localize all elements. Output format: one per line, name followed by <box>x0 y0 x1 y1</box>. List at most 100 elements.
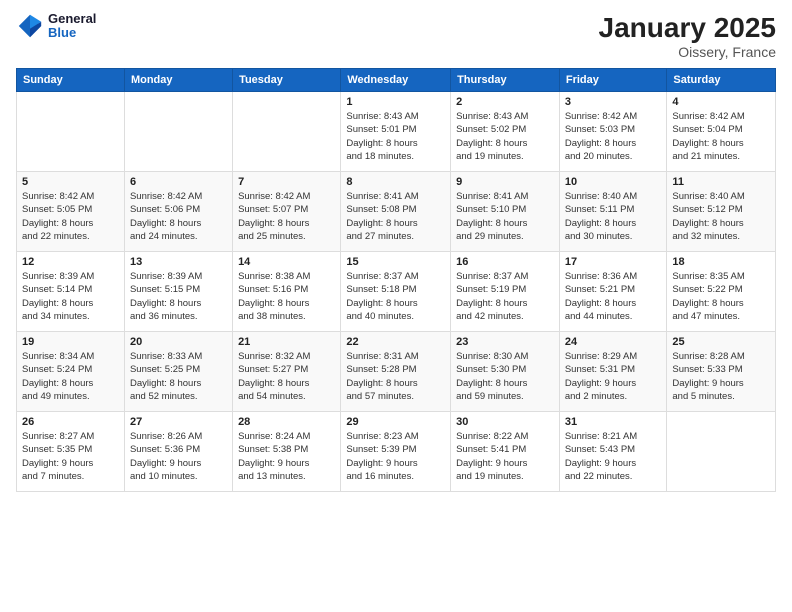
weekday-header: Friday <box>559 69 667 92</box>
day-detail: Sunrise: 8:35 AM Sunset: 5:22 PM Dayligh… <box>672 270 770 323</box>
day-number: 15 <box>346 256 445 268</box>
day-detail: Sunrise: 8:24 AM Sunset: 5:38 PM Dayligh… <box>238 430 335 483</box>
day-detail: Sunrise: 8:39 AM Sunset: 5:14 PM Dayligh… <box>22 270 119 323</box>
calendar-cell: 8 Sunrise: 8:41 AM Sunset: 5:08 PM Daylig… <box>341 172 451 252</box>
day-detail: Sunrise: 8:37 AM Sunset: 5:18 PM Dayligh… <box>346 270 445 323</box>
day-detail: Sunrise: 8:32 AM Sunset: 5:27 PM Dayligh… <box>238 350 335 403</box>
day-number: 28 <box>238 416 335 428</box>
day-number: 17 <box>565 256 662 268</box>
day-detail: Sunrise: 8:36 AM Sunset: 5:21 PM Dayligh… <box>565 270 662 323</box>
day-number: 10 <box>565 176 662 188</box>
day-number: 12 <box>22 256 119 268</box>
day-number: 30 <box>456 416 554 428</box>
logo: General Blue <box>16 12 96 41</box>
day-detail: Sunrise: 8:23 AM Sunset: 5:39 PM Dayligh… <box>346 430 445 483</box>
calendar-cell: 19Sunrise: 8:34 AM Sunset: 5:24 PM Dayli… <box>17 332 125 412</box>
day-detail: Sunrise: 8:42 AM Sunset: 5:05 PM Dayligh… <box>22 190 119 243</box>
weekday-header: Monday <box>124 69 232 92</box>
calendar-cell: 30Sunrise: 8:22 AM Sunset: 5:41 PM Dayli… <box>451 412 560 492</box>
weekday-header: Sunday <box>17 69 125 92</box>
calendar-cell: 16Sunrise: 8:37 AM Sunset: 5:19 PM Dayli… <box>451 252 560 332</box>
day-detail: Sunrise: 8:42 AM Sunset: 5:06 PM Dayligh… <box>130 190 227 243</box>
day-number: 27 <box>130 416 227 428</box>
calendar-header: SundayMondayTuesdayWednesdayThursdayFrid… <box>17 69 776 92</box>
day-detail: Sunrise: 8:37 AM Sunset: 5:19 PM Dayligh… <box>456 270 554 323</box>
day-detail: Sunrise: 8:43 AM Sunset: 5:01 PM Dayligh… <box>346 110 445 163</box>
calendar-table: SundayMondayTuesdayWednesdayThursdayFrid… <box>16 68 776 492</box>
day-number: 6 <box>130 176 227 188</box>
day-detail: Sunrise: 8:43 AM Sunset: 5:02 PM Dayligh… <box>456 110 554 163</box>
day-detail: Sunrise: 8:42 AM Sunset: 5:03 PM Dayligh… <box>565 110 662 163</box>
calendar-cell: 29 Sunrise: 8:23 AM Sunset: 5:39 PM Dayli… <box>341 412 451 492</box>
day-number: 18 <box>672 256 770 268</box>
day-number: 31 <box>565 416 662 428</box>
day-number: 20 <box>130 336 227 348</box>
day-number: 23 <box>456 336 554 348</box>
day-detail: Sunrise: 8:41 AM Sunset: 5:08 PM Dayligh… <box>346 190 445 243</box>
title-block: January 2025 Oissery, France <box>599 12 776 60</box>
calendar-cell: 13 Sunrise: 8:39 AM Sunset: 5:15 PM Dayli… <box>124 252 232 332</box>
calendar-cell: 26Sunrise: 8:27 AM Sunset: 5:35 PM Dayli… <box>17 412 125 492</box>
weekday-header: Thursday <box>451 69 560 92</box>
calendar-cell: 15 Sunrise: 8:37 AM Sunset: 5:18 PM Dayli… <box>341 252 451 332</box>
calendar-week-row: 5 Sunrise: 8:42 AM Sunset: 5:05 PM Daylig… <box>17 172 776 252</box>
day-detail: Sunrise: 8:26 AM Sunset: 5:36 PM Dayligh… <box>130 430 227 483</box>
day-number: 25 <box>672 336 770 348</box>
day-number: 22 <box>346 336 445 348</box>
calendar-cell <box>124 92 232 172</box>
day-detail: Sunrise: 8:28 AM Sunset: 5:33 PM Dayligh… <box>672 350 770 403</box>
calendar-cell: 4 Sunrise: 8:42 AM Sunset: 5:04 PM Daylig… <box>667 92 776 172</box>
calendar-week-row: 26Sunrise: 8:27 AM Sunset: 5:35 PM Dayli… <box>17 412 776 492</box>
day-number: 19 <box>22 336 119 348</box>
calendar-cell: 3 Sunrise: 8:42 AM Sunset: 5:03 PM Daylig… <box>559 92 667 172</box>
calendar-cell <box>233 92 341 172</box>
calendar-cell <box>17 92 125 172</box>
day-number: 8 <box>346 176 445 188</box>
calendar-cell: 24Sunrise: 8:29 AM Sunset: 5:31 PM Dayli… <box>559 332 667 412</box>
day-number: 21 <box>238 336 335 348</box>
calendar-cell: 9 Sunrise: 8:41 AM Sunset: 5:10 PM Daylig… <box>451 172 560 252</box>
calendar-cell: 20 Sunrise: 8:33 AM Sunset: 5:25 PM Dayli… <box>124 332 232 412</box>
calendar-cell: 28 Sunrise: 8:24 AM Sunset: 5:38 PM Dayli… <box>233 412 341 492</box>
day-detail: Sunrise: 8:40 AM Sunset: 5:12 PM Dayligh… <box>672 190 770 243</box>
calendar-cell: 10 Sunrise: 8:40 AM Sunset: 5:11 PM Dayli… <box>559 172 667 252</box>
weekday-header: Tuesday <box>233 69 341 92</box>
day-number: 14 <box>238 256 335 268</box>
calendar-cell: 17 Sunrise: 8:36 AM Sunset: 5:21 PM Dayli… <box>559 252 667 332</box>
day-detail: Sunrise: 8:31 AM Sunset: 5:28 PM Dayligh… <box>346 350 445 403</box>
day-number: 5 <box>22 176 119 188</box>
day-number: 26 <box>22 416 119 428</box>
day-detail: Sunrise: 8:41 AM Sunset: 5:10 PM Dayligh… <box>456 190 554 243</box>
calendar-cell: 14Sunrise: 8:38 AM Sunset: 5:16 PM Dayli… <box>233 252 341 332</box>
calendar-cell: 31 Sunrise: 8:21 AM Sunset: 5:43 PM Dayli… <box>559 412 667 492</box>
day-detail: Sunrise: 8:42 AM Sunset: 5:04 PM Dayligh… <box>672 110 770 163</box>
calendar-cell: 11Sunrise: 8:40 AM Sunset: 5:12 PM Dayli… <box>667 172 776 252</box>
day-number: 3 <box>565 96 662 108</box>
calendar-title: January 2025 <box>599 12 776 44</box>
logo-icon <box>16 12 44 40</box>
weekday-header: Saturday <box>667 69 776 92</box>
day-number: 9 <box>456 176 554 188</box>
calendar-week-row: 12 Sunrise: 8:39 AM Sunset: 5:14 PM Dayli… <box>17 252 776 332</box>
day-number: 1 <box>346 96 445 108</box>
day-number: 7 <box>238 176 335 188</box>
weekday-header: Wednesday <box>341 69 451 92</box>
calendar-cell <box>667 412 776 492</box>
day-detail: Sunrise: 8:21 AM Sunset: 5:43 PM Dayligh… <box>565 430 662 483</box>
calendar-cell: 2 Sunrise: 8:43 AM Sunset: 5:02 PM Daylig… <box>451 92 560 172</box>
calendar-week-row: 19Sunrise: 8:34 AM Sunset: 5:24 PM Dayli… <box>17 332 776 412</box>
calendar-cell: 22 Sunrise: 8:31 AM Sunset: 5:28 PM Dayli… <box>341 332 451 412</box>
day-number: 13 <box>130 256 227 268</box>
calendar-cell: 12 Sunrise: 8:39 AM Sunset: 5:14 PM Dayli… <box>17 252 125 332</box>
day-detail: Sunrise: 8:39 AM Sunset: 5:15 PM Dayligh… <box>130 270 227 323</box>
day-number: 4 <box>672 96 770 108</box>
calendar-cell: 7 Sunrise: 8:42 AM Sunset: 5:07 PM Daylig… <box>233 172 341 252</box>
day-detail: Sunrise: 8:40 AM Sunset: 5:11 PM Dayligh… <box>565 190 662 243</box>
day-number: 24 <box>565 336 662 348</box>
day-detail: Sunrise: 8:33 AM Sunset: 5:25 PM Dayligh… <box>130 350 227 403</box>
day-number: 29 <box>346 416 445 428</box>
calendar-subtitle: Oissery, France <box>599 44 776 60</box>
day-number: 2 <box>456 96 554 108</box>
day-detail: Sunrise: 8:42 AM Sunset: 5:07 PM Dayligh… <box>238 190 335 243</box>
calendar-cell: 1 Sunrise: 8:43 AM Sunset: 5:01 PM Daylig… <box>341 92 451 172</box>
